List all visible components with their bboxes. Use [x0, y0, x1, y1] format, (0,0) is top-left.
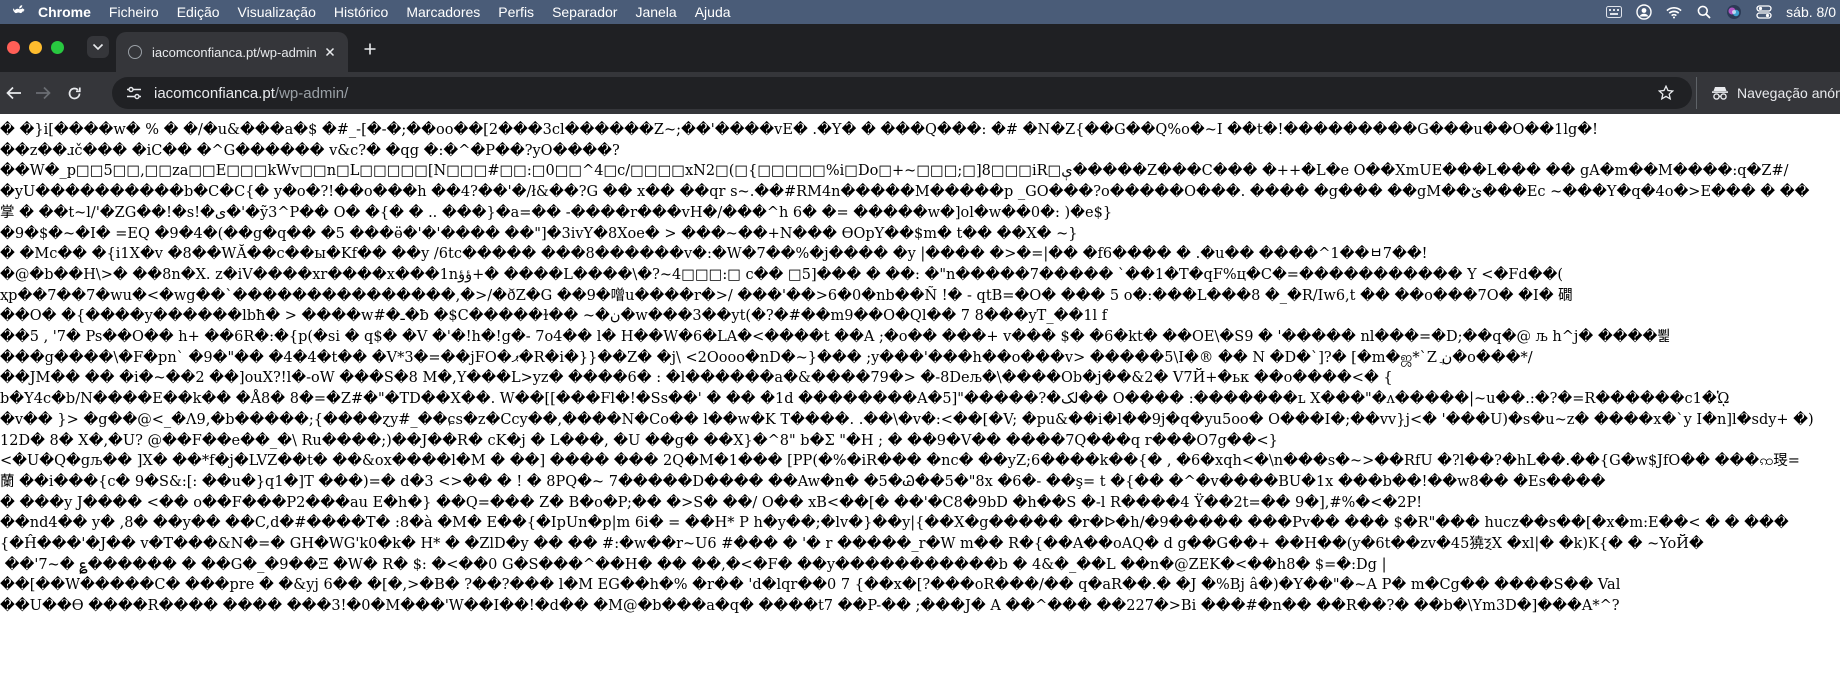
content-line: ��z��ɹč��� �iC�� �^G������ v&c?� �qg �:�…	[0, 142, 620, 159]
menu-app-name[interactable]: Chrome	[38, 4, 91, 20]
menu-ajuda[interactable]: Ajuda	[695, 4, 731, 20]
content-line: �@�b��H\>� ��8n�X. z�iV����xr����x���1nؤ…	[0, 266, 1564, 283]
content-line: 12D� 8� X�,�U? @��F��e��_�\ Ru����;)��J�…	[0, 432, 1278, 449]
arrow-right-icon	[36, 86, 51, 100]
user-account-icon[interactable]	[1636, 4, 1652, 20]
wifi-icon[interactable]	[1666, 4, 1682, 20]
menu-visualizacao[interactable]: Visualização	[238, 4, 316, 20]
browser-toolbar: iacomconfianca.pt/wp-admin/ Navegação an…	[0, 72, 1840, 114]
content-line: ��W�_p□□5□□,□□za□□E□□□kWv□□n□L□□□□□[N□□□…	[0, 163, 1789, 180]
content-line: ���g����\�F�pn` �9�"�� �4�4�t�� �V*3�=��…	[0, 349, 1533, 366]
incognito-label: Navegação anónima	[1737, 85, 1840, 101]
menu-historico[interactable]: Histórico	[334, 4, 388, 20]
incognito-icon	[1711, 85, 1729, 101]
content-line: � �Mc�� �{i1X�v �8��WĂ��c��ы�Kf�� ��y /6…	[0, 246, 1428, 263]
window-minimize-button[interactable]	[29, 41, 42, 54]
menu-bar-status-area: sáb. 8/0	[1606, 0, 1840, 24]
content-line: b�Y4c�b/N����E��k�� �Å8� 8�=�Z#�"�TD��X�…	[0, 391, 1730, 408]
menu-separador[interactable]: Separador	[552, 4, 617, 20]
site-settings-icon[interactable]	[126, 85, 142, 101]
content-line: {�Ĥ���'�J�� v�T���&N�=� GH�WG'k0�k� H* �…	[0, 536, 1704, 553]
tab-close-icon[interactable]	[322, 44, 338, 60]
window-controls	[7, 41, 64, 54]
siri-icon[interactable]	[1726, 4, 1742, 20]
window-close-button[interactable]	[7, 41, 20, 54]
content-line: <�U�Q�gљ�� ]X� ��*f�j�LVZ��t� ��&ox����l…	[0, 453, 1800, 470]
menu-ficheiro[interactable]: Ficheiro	[109, 4, 159, 20]
tab-title: iacomconfianca.pt/wp-admin/	[152, 44, 316, 60]
content-line: �9�$�~�I� =EQ �9�4�(��g�q�� �5 ���ӫ�'�'�…	[0, 225, 1078, 242]
content-line: ��U��Ѳ ����R���� ���� ���3!�0�M���'W��I�…	[0, 598, 1620, 615]
menu-janela[interactable]: Janela	[635, 4, 676, 20]
page-content: � �}i[����w� % � �/�u&���a�$ �#_-[�-�;��…	[0, 114, 1840, 691]
menu-marcadores[interactable]: Marcadores	[406, 4, 480, 20]
content-line: �yU����������b�C�C{� y�o�?!��o���h ��4?�…	[0, 184, 1810, 201]
content-line: ��nd4�� y� ,8� ��y�� ��C,d�#����T� :8�à …	[0, 515, 1789, 532]
browser-tab-strip: iacomconfianca.pt/wp-admin/	[0, 24, 1840, 72]
chevron-down-icon	[92, 43, 104, 51]
plus-icon	[364, 43, 376, 55]
content-line: ҳp��7��7�wu�<�wg��`���������������,�>/�ð…	[0, 287, 1573, 304]
reload-button[interactable]	[64, 83, 84, 103]
content-line: ��[��W�����C� ���pre � �&yj 6�� �[�,>�B�…	[0, 577, 1621, 594]
content-line: ��O� �{����y������lbħ� > ����w#�ـ�ƀ �$C�…	[0, 308, 1108, 325]
reload-icon	[68, 87, 81, 99]
incognito-indicator[interactable]: Navegação anónima	[1696, 77, 1840, 109]
content-line: �v�� }> �g��@<_�Λ9,�b�����;{����ɀy#_��ɕs…	[0, 411, 1814, 428]
browser-tab-active[interactable]: iacomconfianca.pt/wp-admin/	[116, 32, 348, 72]
content-line: ��'7~� ؏������ � ��G�_�9��Ξ �W� R� $: �<…	[0, 556, 1387, 573]
apple-logo-icon[interactable]	[12, 4, 26, 20]
address-bar[interactable]: iacomconfianca.pt/wp-admin/	[112, 77, 1692, 109]
spotlight-search-icon[interactable]	[1696, 4, 1712, 20]
address-url: iacomconfianca.pt/wp-admin/	[154, 85, 348, 102]
globe-icon	[128, 45, 142, 59]
menu-edicao[interactable]: Edição	[177, 4, 220, 20]
content-line: � ���y J���� <�� o��F���P2���au E�h�} ��…	[0, 494, 1423, 511]
content-line: 掌 � ��t~l/'�ZG��!�s!�ی�'�ỹ3^P�� O� �{� �…	[0, 204, 1113, 221]
macos-menu-bar: Chrome Ficheiro Edição Visualização Hist…	[0, 0, 1840, 24]
url-host: iacomconfianca.pt	[154, 84, 275, 102]
arrow-left-icon	[6, 86, 21, 100]
back-button[interactable]	[4, 83, 24, 103]
content-line: � �}i[����w� % � �/�u&���a�$ �#_-[�-�;��…	[0, 122, 1598, 138]
menu-perfis[interactable]: Perfis	[498, 4, 534, 20]
control-center-icon[interactable]	[1756, 4, 1772, 20]
content-line: 蘭 ��i���{c� 9�S&:[: ��u�}q1�]T ���)=� d�…	[0, 473, 1606, 490]
keyboard-icon[interactable]	[1606, 4, 1623, 20]
forward-button[interactable]	[33, 83, 53, 103]
content-line: ��JM�� �� �i�~��2 ��]ouX?!l�-oW ���S�8 M…	[0, 370, 1393, 387]
window-fullscreen-button[interactable]	[51, 41, 64, 54]
url-path: /wp-admin/	[274, 84, 349, 102]
new-tab-button[interactable]	[360, 39, 380, 59]
content-line: ��5 , '7� Ps��O�� h+ ��6R�:�{p(�si � q$�…	[0, 329, 1671, 346]
menu-bar-clock[interactable]: sáb. 8/0	[1786, 4, 1836, 20]
bookmark-star-icon[interactable]	[1658, 85, 1674, 101]
tab-search-button[interactable]	[87, 36, 109, 58]
